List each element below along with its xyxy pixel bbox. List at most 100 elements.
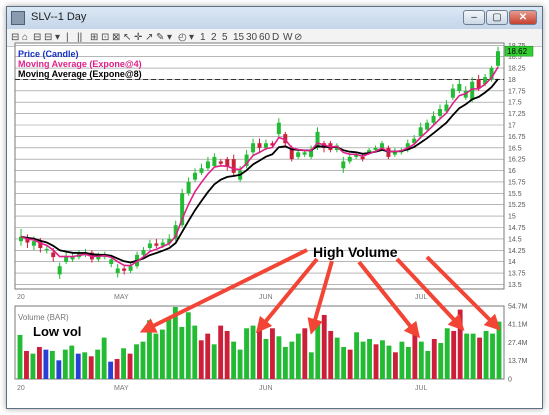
volume-bar [321, 314, 327, 379]
high-volume-annotation: High Volume [313, 244, 398, 260]
price-y-tick: 18 [508, 77, 516, 84]
volume-bar [418, 341, 424, 379]
candle-body [347, 156, 352, 162]
volume-x-tick: MAY [114, 385, 129, 392]
price-y-tick: 13.75 [508, 271, 526, 278]
volume-bar [224, 330, 230, 379]
legend-ma4[interactable]: Moving Average (Expone@4) [18, 59, 142, 69]
volume-bar [470, 333, 476, 379]
volume-bar [257, 328, 262, 379]
volume-bar [425, 350, 431, 379]
candle-body [263, 143, 268, 148]
volume-y-tick: 0 [508, 377, 512, 384]
volume-bar [464, 333, 470, 379]
volume-bar [140, 341, 146, 379]
candle-body [147, 243, 152, 248]
price-y-tick: 17.25 [508, 111, 526, 118]
price-y-tick: 17.5 [508, 100, 522, 107]
volume-x-tick: JUL [415, 385, 428, 392]
price-y-tick: 14.75 [508, 225, 526, 232]
candle-body [193, 172, 198, 180]
candle-body [379, 143, 384, 148]
volume-legend[interactable]: Volume (BAR) [18, 313, 69, 322]
volume-bar [315, 322, 321, 379]
candle-body [296, 152, 301, 157]
price-y-tick: 16.75 [508, 134, 526, 141]
price-legend: Price (Candle) Moving Average (Expone@4)… [18, 49, 142, 79]
volume-bar [380, 340, 385, 379]
volume-bar [367, 338, 372, 379]
candle-body [51, 252, 56, 258]
low-volume-annotation: Low vol [33, 324, 82, 339]
volume-bar [399, 341, 405, 379]
last-price-label: 18.62 [507, 47, 528, 56]
price-y-tick: 17 [508, 123, 516, 130]
volume-bar [451, 330, 457, 379]
volume-bar [218, 325, 224, 379]
volume-bar [211, 344, 217, 379]
volume-bar [231, 341, 237, 379]
volume-bar [88, 356, 94, 379]
volume-bar [431, 338, 437, 379]
candle-body [341, 161, 346, 169]
volume-bar [250, 325, 256, 379]
candle-body [496, 51, 500, 66]
price-y-tick: 15.5 [508, 191, 522, 198]
volume-bar [69, 345, 75, 379]
price-y-tick: 13.5 [508, 282, 522, 289]
volume-bar [444, 328, 450, 379]
legend-ma8[interactable]: Moving Average (Expone@8) [18, 69, 142, 79]
volume-bar [198, 340, 204, 379]
candle-body [205, 161, 210, 169]
volume-bar [134, 344, 139, 379]
candle-body [212, 156, 217, 166]
volume-bar [24, 350, 29, 379]
price-y-tick: 15 [508, 214, 516, 221]
price-y-tick: 15.75 [508, 179, 526, 186]
candle-body [425, 122, 430, 130]
candle-body [128, 266, 133, 271]
volume-bar [185, 312, 191, 379]
candle-body [44, 248, 49, 251]
volume-y-tick: 41.1M [508, 322, 528, 329]
volume-bar [127, 353, 133, 379]
volume-bar [49, 350, 55, 379]
candle-body [109, 259, 114, 264]
volume-bar [237, 349, 243, 379]
volume-bar [295, 333, 301, 379]
volume-bar [101, 337, 107, 379]
candle-body [141, 250, 146, 255]
volume-bar [490, 333, 495, 379]
volume-bar [30, 353, 36, 379]
candle-body [154, 243, 159, 246]
volume-bar [114, 358, 120, 379]
price-y-tick: 17.75 [508, 88, 526, 95]
price-x-tick: JUN [259, 294, 273, 301]
candle-body [450, 88, 455, 98]
price-y-tick: 18.25 [508, 66, 526, 73]
volume-bar [373, 344, 379, 379]
legend-price[interactable]: Price (Candle) [18, 49, 142, 59]
candle-body [231, 159, 236, 173]
chart-window: SLV--1 Day – ▢ ✕ ⊟ ⌂ ⊟ ⊟ ▾ | || ⊞ ⊡ ⊠ ↖ ✛ ↗ ✎ ▾ ◴ ▾ 1 2 5 15… [6, 6, 543, 409]
volume-bar [412, 328, 418, 379]
volume-bar [354, 332, 360, 379]
price-y-tick: 14.5 [508, 236, 522, 243]
volume-bar [153, 333, 159, 379]
volume-bar [308, 352, 314, 379]
volume-bar [334, 337, 340, 379]
volume-bar [270, 328, 275, 379]
volume-bar [393, 352, 398, 379]
volume-bar [483, 330, 489, 379]
volume-bar [496, 321, 502, 379]
volume-bar [477, 337, 483, 379]
candle-body [457, 84, 462, 91]
volume-bar [192, 325, 198, 379]
candle-body [431, 115, 436, 123]
volume-bar [457, 309, 463, 379]
candle-body [57, 266, 62, 275]
volume-bar [36, 346, 42, 379]
volume-bar [289, 341, 295, 379]
candle-body [186, 181, 191, 194]
volume-y-tick: 13.7M [508, 358, 528, 365]
